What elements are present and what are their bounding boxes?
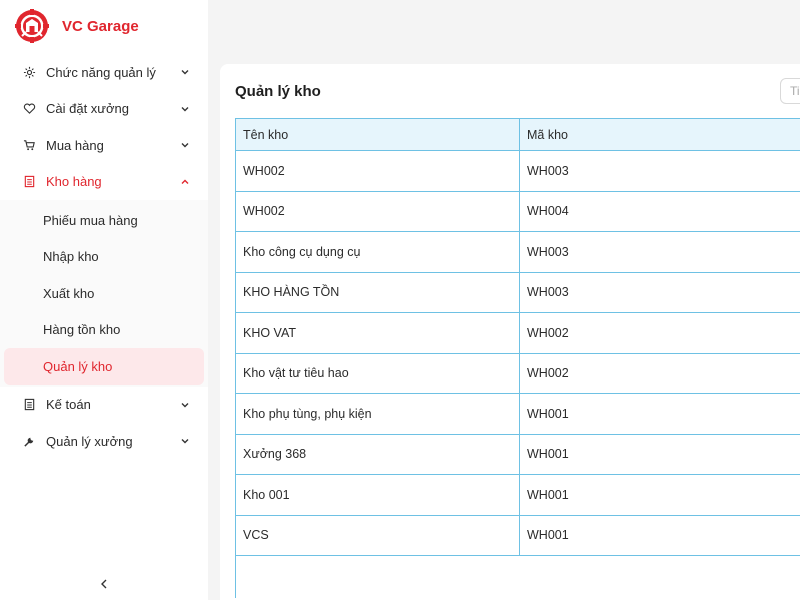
chevron-down-icon (181, 70, 189, 75)
brand-name: VC Garage (62, 17, 139, 35)
cell-warehouse-name: Kho phụ tùng, phụ kiện (236, 394, 520, 434)
chevron-up-icon (181, 179, 189, 184)
sidebar-item-accounting[interactable]: Kế toán (0, 387, 208, 424)
table-row[interactable]: Kho vật tư tiêu hao WH002 (236, 353, 800, 394)
cell-warehouse-name: WH002 (236, 191, 520, 231)
chevron-down-icon (181, 106, 189, 112)
warehouse-table: Tên kho Mã kho WH002 WH003 WH002 WH004 Kho c… (235, 118, 800, 598)
sidebar-item-workshop-management[interactable]: Quản lý xưởng (0, 423, 208, 460)
sidebar-item-label: Kế toán (46, 397, 91, 413)
cart-icon (22, 138, 36, 152)
chevron-left-icon (101, 579, 107, 589)
sidebar-item-warehouse[interactable]: Kho hàng (0, 164, 208, 201)
chevron-down-icon (181, 402, 189, 408)
cell-warehouse-name: WH002 (236, 151, 520, 191)
warehouse-list-icon (22, 175, 36, 189)
table-row[interactable]: Kho 001 WH001 (236, 475, 800, 516)
table-row[interactable]: WH002 WH004 (236, 191, 800, 232)
sidebar-item-purchasing[interactable]: Mua hàng (0, 127, 208, 164)
main-panel: Quản lý kho Ti Tên kho Mã kho WH002 WH003… (220, 64, 800, 600)
cell-warehouse-name: Kho 001 (236, 475, 520, 515)
table-row[interactable]: Kho phụ tùng, phụ kiện WH001 (236, 394, 800, 435)
sidebar-item-workshop-settings[interactable]: Cài đặt xưởng (0, 91, 208, 128)
cell-warehouse-code: WH001 (527, 487, 569, 502)
cell-warehouse-name: Xưởng 368 (236, 434, 520, 474)
cell-warehouse-name: KHO VAT (236, 313, 520, 353)
sidebar-item-label: Cài đặt xưởng (46, 101, 129, 117)
table-row[interactable]: Kho công cụ dụng cụ WH003 (236, 232, 800, 273)
search-input[interactable]: Ti (780, 78, 800, 104)
cell-warehouse-code: WH003 (527, 244, 569, 259)
table-row[interactable]: VCS WH001 (236, 515, 800, 556)
cell-warehouse-code: WH002 (527, 325, 569, 340)
sidebar: VC Garage Chức năng quản lý Cài đặt xưởn… (0, 0, 208, 600)
column-header-warehouse-code[interactable]: Mã kho (520, 119, 800, 150)
cell-warehouse-name: KHO HÀNG TỒN (236, 272, 520, 312)
sidebar-item-label: Mua hàng (46, 137, 104, 153)
cell-warehouse-name: Kho vật tư tiêu hao (236, 353, 520, 393)
column-header-warehouse-name[interactable]: Tên kho (236, 119, 520, 150)
warehouse-submenu: Phiếu mua hàng Nhập kho Xuất kho Hàng tồ… (0, 200, 208, 387)
submenu-item-stock-out[interactable]: Xuất kho (0, 275, 208, 312)
table-row[interactable]: Xưởng 368 WH001 (236, 434, 800, 475)
cell-warehouse-code: WH001 (527, 447, 569, 462)
table-row[interactable]: WH002 WH003 (236, 151, 800, 192)
page-title: Quản lý kho (235, 83, 321, 100)
chevron-down-icon (181, 143, 189, 148)
cell-warehouse-code: WH003 (527, 285, 569, 300)
cell-warehouse-name: VCS (236, 515, 520, 555)
submenu-item-inventory[interactable]: Hàng tồn kho (0, 312, 208, 349)
sidebar-item-label: Kho hàng (46, 174, 102, 190)
submenu-item-stock-in[interactable]: Nhập kho (0, 239, 208, 276)
table-row[interactable]: KHO HÀNG TỒN WH003 (236, 272, 800, 313)
cell-warehouse-code: WH001 (527, 406, 569, 421)
sidebar-menu: Chức năng quản lý Cài đặt xưởng Mua hàng… (0, 54, 208, 460)
cell-warehouse-code: WH003 (527, 163, 569, 178)
sidebar-item-label: Quản lý xưởng (46, 433, 133, 449)
garage-logo-icon (15, 9, 49, 43)
gear-icon (22, 65, 36, 79)
submenu-item-warehouse-management[interactable]: Quản lý kho (4, 348, 204, 385)
table-row[interactable]: KHO VAT WH002 (236, 313, 800, 354)
sidebar-collapse-button[interactable] (97, 576, 111, 592)
brand-logo[interactable]: VC Garage (14, 8, 139, 44)
heart-icon (22, 102, 36, 116)
cell-warehouse-code: WH002 (527, 366, 569, 381)
cell-warehouse-name: Kho công cụ dụng cụ (236, 232, 520, 272)
submenu-item-purchase-orders[interactable]: Phiếu mua hàng (0, 202, 208, 239)
accounting-list-icon (22, 398, 36, 412)
chevron-down-icon (181, 439, 189, 444)
cell-warehouse-code: WH004 (527, 204, 569, 219)
table-body: WH002 WH003 WH002 WH004 Kho công cụ dụng cụ W… (236, 151, 800, 556)
wrench-icon (22, 434, 36, 448)
cell-warehouse-code: WH001 (527, 528, 569, 543)
sidebar-item-label: Chức năng quản lý (46, 64, 156, 80)
sidebar-item-management[interactable]: Chức năng quản lý (0, 54, 208, 91)
table-header: Tên kho Mã kho (236, 118, 800, 151)
